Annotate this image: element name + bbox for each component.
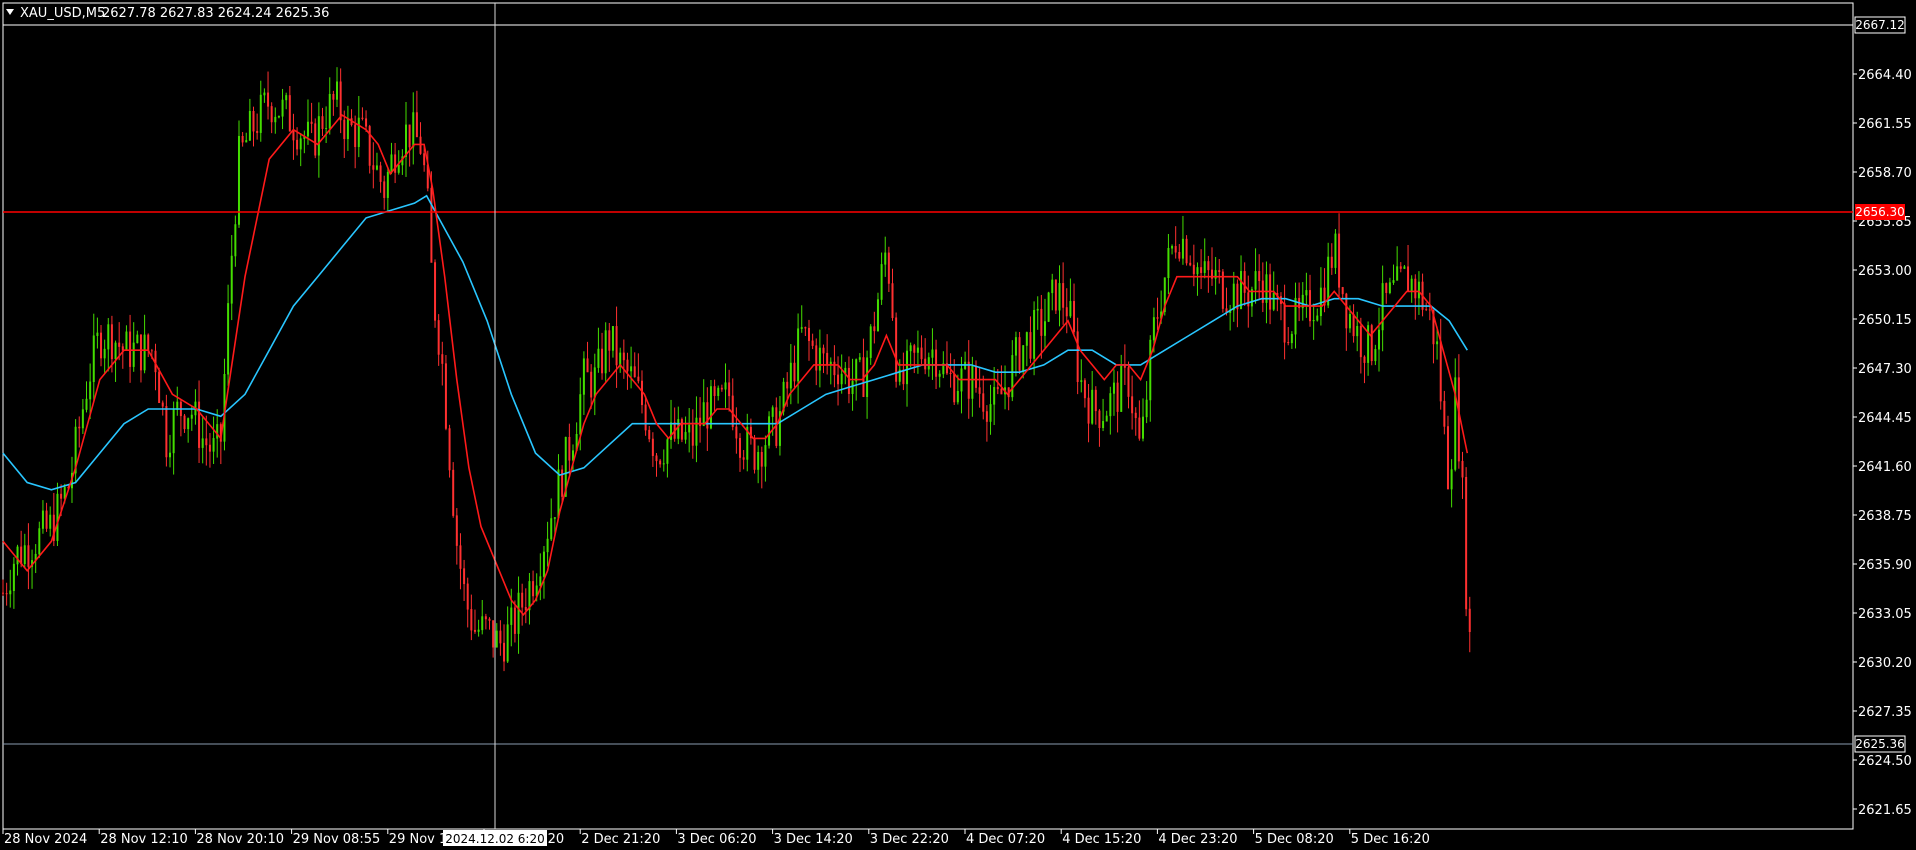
price-tick-label: 2641.60 xyxy=(1858,460,1912,475)
time-tick-label: 28 Nov 12:10 xyxy=(100,832,188,847)
current-price-box: 2625.36 xyxy=(1854,735,1906,753)
price-chart[interactable]: 2664.402661.552658.702655.852653.002650.… xyxy=(0,0,1916,850)
current-price-label: 2625.36 xyxy=(1855,737,1905,751)
price-tick-label: 2638.75 xyxy=(1858,509,1912,524)
time-tick-label: 29 Nov 08:55 xyxy=(293,832,381,847)
price-tick-label: 2644.45 xyxy=(1858,411,1912,426)
top-price-box: 2667.12 xyxy=(1854,16,1906,34)
time-tick-label: 5 Dec 08:20 xyxy=(1255,832,1334,847)
red-level-label: 2656.30 xyxy=(1855,205,1905,219)
price-tick-label: 2650.15 xyxy=(1858,313,1912,328)
price-tick-label: 2630.20 xyxy=(1858,656,1912,671)
time-tick-label: 28 Nov 2024 xyxy=(4,832,87,847)
crosshair-time-box: 2024.12.02 6:20 xyxy=(443,830,547,846)
time-tick-label: 3 Dec 06:20 xyxy=(677,832,756,847)
time-tick-label: 28 Nov 20:10 xyxy=(196,832,284,847)
time-tick-label: 5 Dec 16:20 xyxy=(1351,832,1430,847)
crosshair-time-label: 2024.12.02 6:20 xyxy=(445,832,544,846)
price-tick-label: 2633.05 xyxy=(1858,607,1912,622)
time-tick-label: 4 Dec 07:20 xyxy=(966,832,1045,847)
time-tick-label: 4 Dec 15:20 xyxy=(1062,832,1141,847)
chart-background xyxy=(0,0,1916,850)
price-tick-label: 2658.70 xyxy=(1858,166,1912,181)
price-tick-label: 2647.30 xyxy=(1858,362,1912,377)
price-tick-label: 2621.65 xyxy=(1858,803,1912,818)
ohlc-values: 2627.78 2627.83 2624.24 2625.36 xyxy=(102,6,329,21)
price-tick-label: 2627.35 xyxy=(1858,705,1912,720)
red-level-box: 2656.30 xyxy=(1855,204,1905,220)
price-tick-label: 2664.40 xyxy=(1858,68,1912,83)
time-tick-label: 3 Dec 14:20 xyxy=(774,832,853,847)
time-axis[interactable]: 28 Nov 2024 28 Nov 12:10 28 Nov 20:10 29 No… xyxy=(2,829,1430,847)
time-tick-label: 3 Dec 22:20 xyxy=(870,832,949,847)
price-tick-label: 2635.90 xyxy=(1858,558,1912,573)
price-tick-label: 2661.55 xyxy=(1858,117,1912,132)
time-tick-label: 2 Dec 21:20 xyxy=(581,832,660,847)
time-tick-label: 4 Dec 23:20 xyxy=(1158,832,1237,847)
top-price-label: 2667.12 xyxy=(1855,18,1905,32)
price-tick-label: 2653.00 xyxy=(1858,264,1912,279)
chart-header: XAU_USD,M5 2627.78 2627.83 2624.24 2625.… xyxy=(6,6,329,21)
symbol-label: XAU_USD,M5 xyxy=(20,6,105,21)
price-tick-label: 2624.50 xyxy=(1858,754,1912,769)
